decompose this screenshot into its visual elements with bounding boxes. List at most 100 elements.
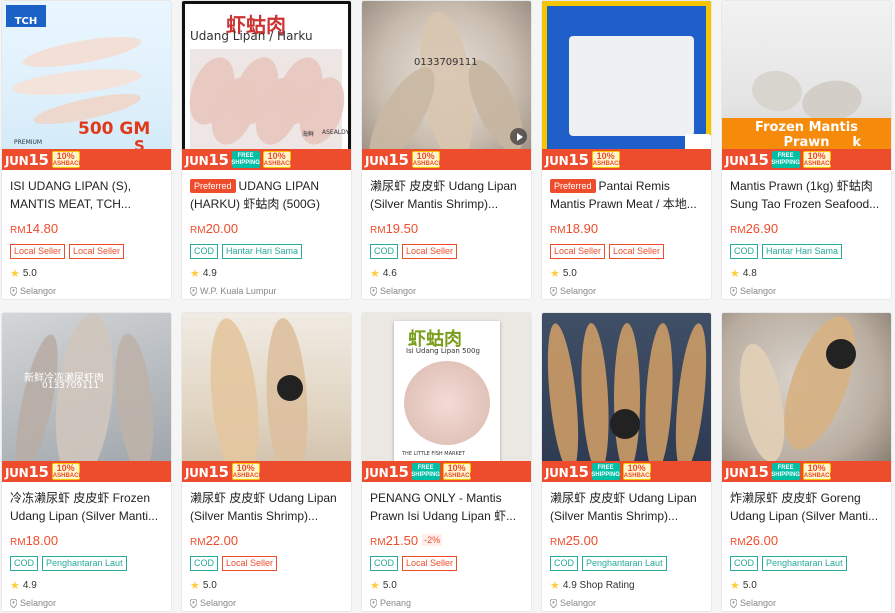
- product-title-text: Mantis Prawn (1kg) 虾蛄肉 Sung Tao Frozen S…: [730, 179, 880, 211]
- price-value: 25.00: [565, 533, 599, 548]
- product-image[interactable]: JUN15 10% CASHBACK: [182, 313, 351, 482]
- cashback-badge: 10% CASHBACK: [588, 150, 623, 168]
- product-card[interactable]: TCH500 GMSNG LIPANPREMIUMJUN1510%CASHBAC…: [1, 0, 172, 300]
- location-pin-icon: [549, 286, 558, 297]
- location-text: Selangor: [20, 598, 57, 608]
- location-text: Selangor: [560, 598, 597, 608]
- product-info: Preferred Pantai Remis Mantis Prawn Meat …: [542, 170, 711, 297]
- product-info: 冷冻濑尿虾 皮皮虾 Frozen Udang Lipan (Silver Man…: [2, 482, 171, 609]
- price-value: 21.50: [385, 533, 419, 548]
- promo-date: JUN15: [5, 151, 49, 169]
- promo-date: JUN15: [365, 463, 409, 481]
- promo-ribbon: JUN15 FREE SHIPPING 10% CASHBACK: [722, 149, 891, 170]
- product-info: 濑尿虾 皮皮虾 Udang Lipan (Silver Mantis Shrim…: [182, 482, 351, 609]
- location-pin-icon: [729, 286, 738, 297]
- product-location: Selangor: [549, 286, 703, 297]
- product-title[interactable]: Mantis Prawn (1kg) 虾蛄肉 Sung Tao Frozen S…: [730, 177, 883, 213]
- product-card[interactable]: JUN15 FREE SHIPPING 10% CASHBACK 濑尿虾 皮皮虾 Udan…: [541, 312, 712, 612]
- rating-value: 5.0: [202, 579, 217, 591]
- free-shipping-badge: FREE SHIPPING: [771, 463, 800, 480]
- product-tag: Local Seller: [10, 244, 66, 259]
- price-currency: RM: [10, 225, 26, 236]
- promo-day: 15: [28, 462, 49, 481]
- cashback-pct: 10%: [596, 150, 615, 161]
- promo-month: JUN: [545, 465, 569, 480]
- product-title-text: 濑尿虾 皮皮虾 Udang Lipan (Silver Mantis Shrim…: [190, 491, 337, 523]
- product-tags: COD Local Seller: [370, 556, 523, 571]
- free-shipping-bottom: SHIPPING: [411, 471, 440, 478]
- rating-value: 4.8: [742, 267, 757, 279]
- product-tag: COD: [370, 556, 398, 571]
- product-image[interactable]: JUN15 FREE SHIPPING 10% CASHBACK: [722, 313, 891, 482]
- product-image[interactable]: JUN15 10% CASHBACK: [542, 1, 711, 170]
- product-photo: 新鲜冷冻濑尿虾肉 0133709111: [2, 313, 171, 482]
- product-card[interactable]: JUN15 10% CASHBACK Preferred Pantai Remis Ma…: [541, 0, 712, 300]
- product-card[interactable]: 虾蛄肉 Isi Udang Lipan 500g THE LITTLE FISH M…: [361, 312, 532, 612]
- product-image[interactable]: 新鲜冷冻濑尿虾肉 0133709111 JUN15 10% CASHBACK: [2, 313, 171, 482]
- cashback-badge: 10% CASHBACK: [799, 151, 834, 168]
- product-price: RM14.80: [10, 221, 163, 238]
- location-pin-icon: [549, 598, 558, 609]
- product-card[interactable]: 0133709111 JUN15 10% CASHBACK 濑尿虾 皮皮虾 Udang …: [361, 0, 532, 300]
- price-currency: RM: [370, 225, 386, 236]
- promo-date: JUN15: [185, 463, 229, 481]
- free-shipping-top: FREE: [237, 152, 254, 159]
- product-card[interactable]: JUN15 10% CASHBACK 濑尿虾 皮皮虾 Udang Lipan (Sil…: [181, 312, 352, 612]
- product-card[interactable]: 新鲜冷冻濑尿虾肉 0133709111 JUN15 10% CASHBACK 冷冻濑尿虾 …: [1, 312, 172, 612]
- location-pin-icon: [189, 598, 198, 609]
- product-image[interactable]: 0133709111 JUN15 10% CASHBACK: [362, 1, 531, 170]
- product-grid: TCH500 GMSNG LIPANPREMIUMJUN1510%CASHBAC…: [0, 0, 895, 613]
- product-price: RM20.00: [190, 221, 343, 238]
- product-title[interactable]: 冷冻濑尿虾 皮皮虾 Frozen Udang Lipan (Silver Man…: [10, 489, 163, 525]
- product-image[interactable]: 虾蛄肉 Udang Lipan / Harku 海鲜 ASEALDY JUN15 FREE…: [182, 1, 351, 170]
- product-location: Penang: [369, 598, 523, 609]
- promo-month: JUN: [365, 465, 389, 480]
- promo-month: JUN: [725, 153, 749, 168]
- free-shipping-top: FREE: [777, 464, 794, 471]
- star-icon: ★: [370, 267, 380, 280]
- cashback-label: CASHBACK: [48, 472, 83, 479]
- product-image[interactable]: TCH500 GMSNG LIPANPREMIUMJUN1510%CASHBAC…: [2, 1, 171, 170]
- product-card[interactable]: JUN15 FREE SHIPPING 10% CASHBACK 炸濑尿虾 皮皮虾 Gor…: [721, 312, 892, 612]
- product-image[interactable]: 虾蛄肉 Isi Udang Lipan 500g THE LITTLE FISH M…: [362, 313, 531, 482]
- promo-month: JUN: [185, 465, 209, 480]
- cashback-pct: 10%: [267, 150, 286, 161]
- promo-day: 15: [748, 462, 769, 481]
- cashback-badge: 10% CASHBACK: [48, 151, 83, 168]
- product-card[interactable]: Frozen Mantis Prawn k JUN15 FREE SHIPPING 10%…: [721, 0, 892, 300]
- free-shipping-top: FREE: [597, 464, 614, 471]
- promo-date: JUN15: [725, 463, 769, 481]
- product-photo: Frozen Mantis Prawn k: [722, 1, 891, 170]
- promo-month: JUN: [365, 153, 389, 168]
- product-location: Selangor: [369, 286, 523, 297]
- product-photo: [182, 313, 351, 482]
- star-icon: ★: [10, 579, 20, 592]
- product-rating: ★ 4.9: [190, 266, 343, 280]
- cashback-label: CASHBACK: [619, 472, 654, 479]
- product-title[interactable]: 濑尿虾 皮皮虾 Udang Lipan (Silver Mantis Shrim…: [550, 489, 703, 525]
- preferred-badge: Preferred: [550, 179, 596, 193]
- promo-ribbon: JUN15 FREE SHIPPING 10% CASHBACK: [542, 461, 711, 482]
- promo-ribbon: JUN15 FREE SHIPPING 10% CASHBACK: [362, 461, 531, 482]
- product-price: RM26.00: [730, 533, 883, 550]
- product-title[interactable]: Preferred Pantai Remis Mantis Prawn Meat …: [550, 177, 703, 213]
- product-title[interactable]: Preferred UDANG LIPAN (HARKU) 虾蛄肉 (500G): [190, 177, 343, 213]
- product-title[interactable]: 濑尿虾 皮皮虾 Udang Lipan (Silver Mantis Shrim…: [370, 177, 523, 213]
- product-tag: COD: [10, 556, 38, 571]
- product-image[interactable]: Frozen Mantis Prawn k JUN15 FREE SHIPPING 10%…: [722, 1, 891, 170]
- cashback-badge: 10% CASHBACK: [228, 463, 263, 480]
- product-tag: Local Seller: [402, 556, 458, 571]
- product-image[interactable]: JUN15 FREE SHIPPING 10% CASHBACK: [542, 313, 711, 482]
- cashback-badge: 10% CASHBACK: [408, 151, 443, 168]
- product-title[interactable]: 濑尿虾 皮皮虾 Udang Lipan (Silver Mantis Shrim…: [190, 489, 343, 525]
- price-currency: RM: [190, 225, 206, 236]
- product-title[interactable]: ISI UDANG LIPAN (S), MANTIS MEAT, TCH...: [10, 177, 163, 213]
- product-price: RM19.50: [370, 221, 523, 238]
- cashback-badge: 10% CASHBACK: [259, 150, 294, 168]
- product-title[interactable]: PENANG ONLY - Mantis Prawn Isi Udang Lip…: [370, 489, 523, 525]
- price-currency: RM: [550, 225, 566, 236]
- product-title[interactable]: 炸濑尿虾 皮皮虾 Goreng Udang Lipan (Silver Mant…: [730, 489, 883, 525]
- product-info: Mantis Prawn (1kg) 虾蛄肉 Sung Tao Frozen S…: [722, 170, 891, 297]
- product-card[interactable]: 虾蛄肉 Udang Lipan / Harku 海鲜 ASEALDY JUN15 FREE…: [181, 0, 352, 300]
- play-video-icon[interactable]: [510, 128, 527, 145]
